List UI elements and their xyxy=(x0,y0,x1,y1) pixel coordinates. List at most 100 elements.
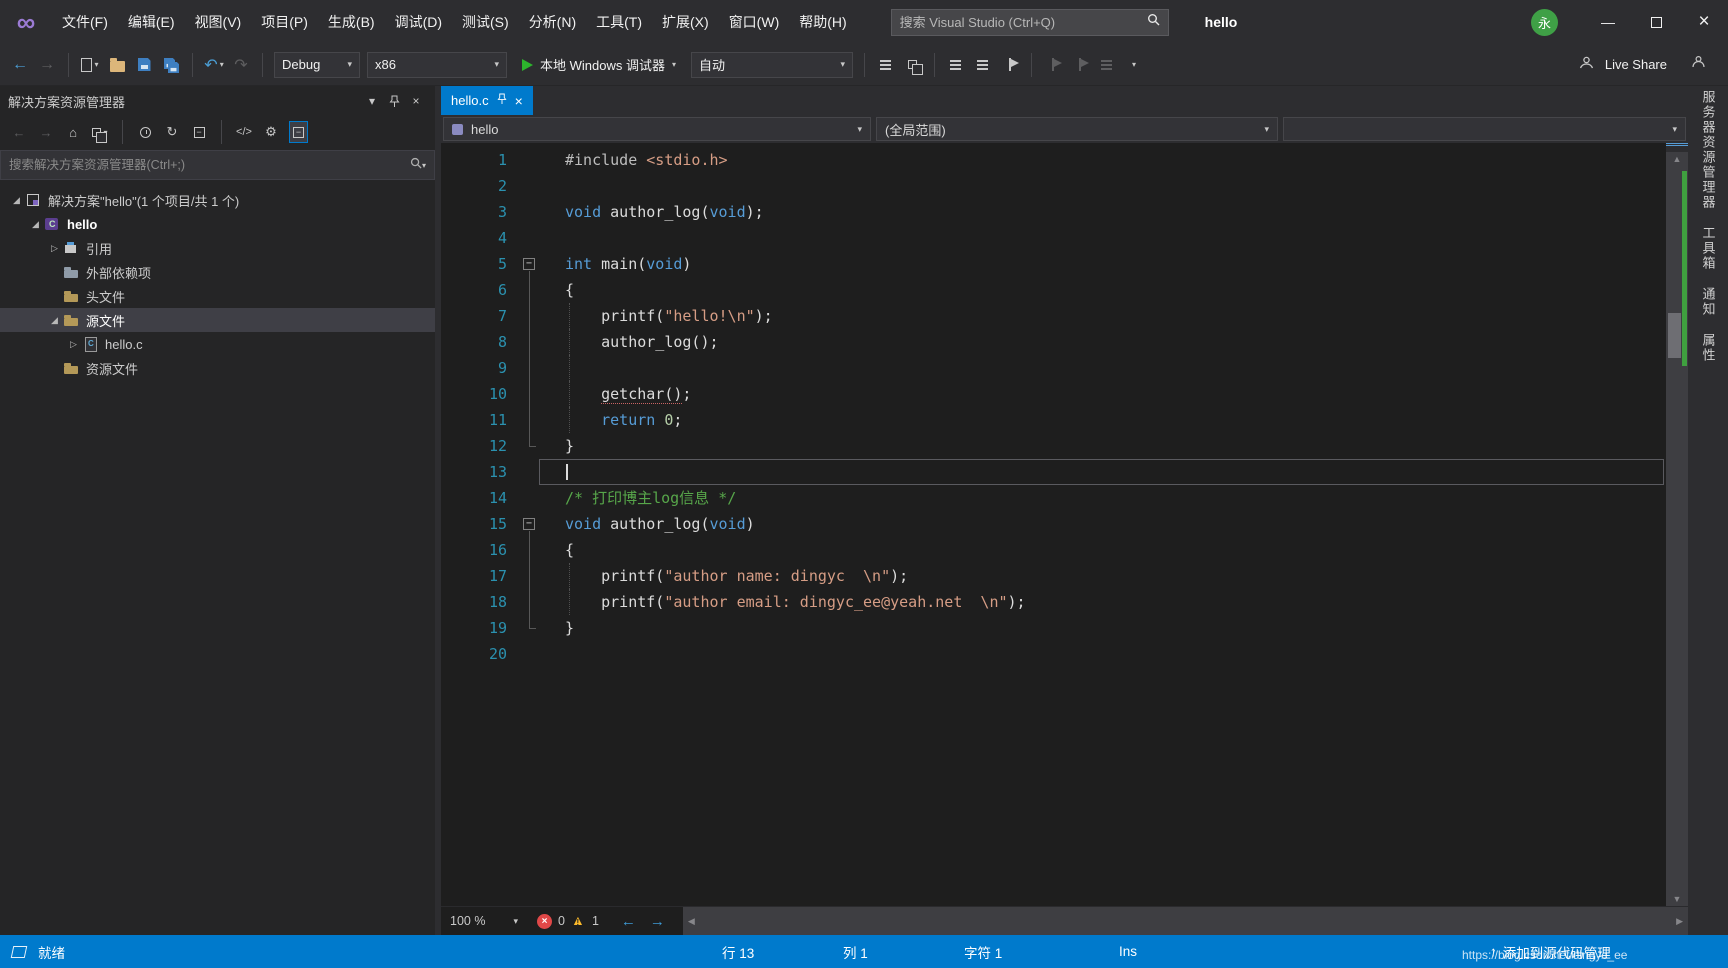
pin-icon[interactable] xyxy=(497,93,507,108)
account-avatar[interactable]: 永 xyxy=(1531,9,1558,36)
tree-item-folder[interactable]: 头文件 xyxy=(0,284,435,308)
code-line-content[interactable]: getchar(); xyxy=(539,381,1664,407)
expand-arrow-icon[interactable]: ▷ xyxy=(46,243,63,254)
member-dropdown[interactable]: ▾ xyxy=(1283,117,1686,141)
live-share-icon[interactable] xyxy=(1578,55,1595,75)
navigate-backward-icon[interactable]: ← xyxy=(621,913,636,930)
se-properties-icon[interactable]: ⚙ xyxy=(262,121,280,143)
se-home-icon[interactable]: ⌂ xyxy=(64,121,82,143)
code-line-content[interactable]: void author_log(void) xyxy=(539,511,1664,537)
menu-item[interactable]: 生成(B) xyxy=(318,7,385,37)
open-file-icon[interactable] xyxy=(107,52,127,78)
solution-explorer-search-input[interactable] xyxy=(9,158,410,172)
menu-item[interactable]: 文件(F) xyxy=(52,7,118,37)
menu-item[interactable]: 项目(P) xyxy=(251,7,318,37)
solution-configuration-combo[interactable]: Debug▾ xyxy=(274,52,360,78)
undo-icon[interactable]: ↶▾ xyxy=(204,52,224,78)
code-line-content[interactable]: } xyxy=(539,433,1664,459)
menu-item[interactable]: 扩展(X) xyxy=(652,7,719,37)
tree-item-solution[interactable]: ◢解决方案"hello"(1 个项目/共 1 个) xyxy=(0,188,435,212)
menu-item[interactable]: 调试(D) xyxy=(385,7,452,37)
side-tab[interactable]: 服务器资源管理器 xyxy=(1699,90,1718,210)
code-line-content[interactable]: printf("author name: dingyc \n"); xyxy=(539,563,1664,589)
list-members-icon[interactable] xyxy=(903,52,923,78)
start-debugging-button[interactable]: 本地 Windows 调试器 ▾ xyxy=(514,52,684,78)
collapse-arrow-icon[interactable]: ◢ xyxy=(46,315,63,326)
toolbar-overflow-button[interactable]: ▾ xyxy=(1124,52,1144,78)
tree-item-folder[interactable]: ◢源文件 xyxy=(0,308,435,332)
zoom-level-combo[interactable]: 100 % ▾ xyxy=(441,914,527,928)
code-line-content[interactable]: #include <stdio.h> xyxy=(539,147,1664,173)
code-line-content[interactable]: { xyxy=(539,277,1664,303)
code-line-content[interactable]: void author_log(void); xyxy=(539,199,1664,225)
editor-vertical-scrollbar[interactable]: ▲ ▼ xyxy=(1666,143,1688,906)
solution-explorer-search-box[interactable]: ▾ xyxy=(0,150,435,180)
se-back-icon[interactable]: ← xyxy=(10,121,28,143)
code-line-content[interactable]: } xyxy=(539,615,1664,641)
code-line-content[interactable] xyxy=(539,641,1664,667)
solution-platform-combo[interactable]: x86▾ xyxy=(367,52,507,78)
se-refresh-icon[interactable]: ↻ xyxy=(163,121,181,143)
watch-mode-combo[interactable]: 自动▾ xyxy=(691,52,853,78)
document-tab-hello-c[interactable]: hello.c × xyxy=(441,86,533,115)
side-tab[interactable]: 通知 xyxy=(1699,287,1718,317)
close-panel-icon[interactable]: × xyxy=(405,94,427,108)
se-forward-icon[interactable]: → xyxy=(37,121,55,143)
code-line-content[interactable]: { xyxy=(539,537,1664,563)
se-collapse-all-icon[interactable]: − xyxy=(190,121,208,143)
new-file-icon[interactable]: ▾ xyxy=(80,52,100,78)
minimize-button[interactable]: — xyxy=(1584,0,1632,44)
code-pane[interactable]: 1#include <stdio.h>23void author_log(voi… xyxy=(441,143,1666,906)
navigate-back-icon[interactable]: ← xyxy=(10,52,30,78)
project-dropdown[interactable]: hello ▾ xyxy=(443,117,871,141)
navigate-forward-icon[interactable]: → xyxy=(650,913,665,930)
decrease-indent-icon[interactable] xyxy=(946,52,966,78)
menu-item[interactable]: 视图(V) xyxy=(185,7,252,37)
tree-item-folder[interactable]: 资源文件 xyxy=(0,356,435,380)
status-insert-mode[interactable]: Ins xyxy=(1119,935,1137,968)
previous-bookmark-icon[interactable] xyxy=(1043,52,1063,78)
se-pending-changes-filter-icon[interactable] xyxy=(136,121,154,143)
clear-bookmarks-icon[interactable] xyxy=(1097,52,1117,78)
tree-item-project[interactable]: ◢hello xyxy=(0,212,435,236)
background-tasks-icon[interactable] xyxy=(11,946,28,958)
quick-search-box[interactable] xyxy=(891,9,1169,36)
expand-arrow-icon[interactable]: ▷ xyxy=(65,339,82,350)
scroll-right-arrow-icon[interactable]: ▶ xyxy=(1671,907,1688,935)
panel-options-chevron-icon[interactable]: ▾ xyxy=(361,94,383,108)
code-line-content[interactable]: printf("hello!\n"); xyxy=(539,303,1664,329)
collapse-arrow-icon[interactable]: ◢ xyxy=(8,195,25,206)
menu-item[interactable]: 测试(S) xyxy=(452,7,519,37)
status-line-number[interactable]: 行 13 xyxy=(722,935,754,968)
se-switch-views-icon[interactable]: ▾ xyxy=(91,121,109,143)
tree-item-external-dependencies[interactable]: 外部依赖项 xyxy=(0,260,435,284)
collapse-region-icon[interactable]: − xyxy=(523,518,535,530)
maximize-button[interactable] xyxy=(1632,0,1680,44)
se-preview-selected-toggle-icon[interactable]: − xyxy=(289,121,308,143)
document-health-indicator[interactable]: × 0 ▲! 1 xyxy=(527,914,609,929)
editor-horizontal-scrollbar[interactable]: ◀ ▶ xyxy=(683,907,1688,935)
editor-navigate-icon[interactable] xyxy=(876,52,896,78)
navigate-forward-icon[interactable]: → xyxy=(37,52,57,78)
scroll-left-arrow-icon[interactable]: ◀ xyxy=(683,907,700,935)
close-tab-icon[interactable]: × xyxy=(515,93,523,109)
code-line-content[interactable]: printf("author email: dingyc_ee@yeah.net… xyxy=(539,589,1664,615)
menu-item[interactable]: 工具(T) xyxy=(586,7,652,37)
code-line-content[interactable]: return 0; xyxy=(539,407,1664,433)
scrollbar-split-handle[interactable] xyxy=(1666,143,1688,152)
redo-icon[interactable]: ↷ xyxy=(231,52,251,78)
side-tab[interactable]: 工具箱 xyxy=(1699,226,1718,271)
increase-indent-icon[interactable] xyxy=(973,52,993,78)
live-share-label[interactable]: Live Share xyxy=(1605,57,1667,72)
code-line-content[interactable]: /* 打印博主log信息 */ xyxy=(539,485,1664,511)
scroll-down-arrow-icon[interactable]: ▼ xyxy=(1666,894,1688,904)
tree-item-references[interactable]: ▷引用 xyxy=(0,236,435,260)
save-all-icon[interactable] xyxy=(161,52,181,78)
menu-item[interactable]: 窗口(W) xyxy=(719,7,790,37)
collapse-region-icon[interactable]: − xyxy=(523,258,535,270)
scope-dropdown[interactable]: (全局范围) ▾ xyxy=(876,117,1278,141)
toggle-bookmark-icon[interactable] xyxy=(1000,52,1020,78)
code-line-content[interactable]: int main(void) xyxy=(539,251,1664,277)
menu-item[interactable]: 分析(N) xyxy=(519,7,586,37)
code-line-content[interactable] xyxy=(539,459,1664,485)
